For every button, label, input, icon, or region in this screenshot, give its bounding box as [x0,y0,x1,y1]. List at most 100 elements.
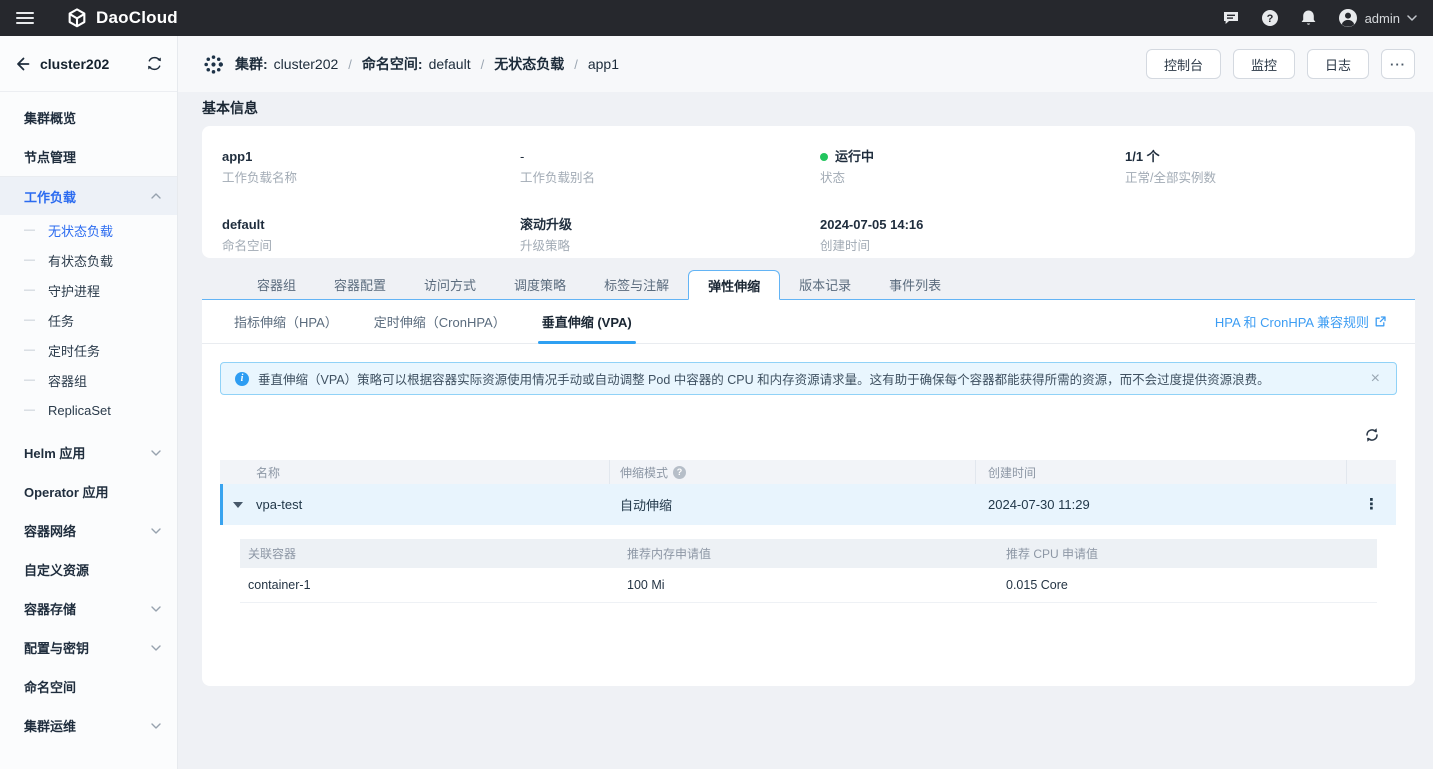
field-empty [1125,216,1395,258]
banner-text: 垂直伸缩（VPA）策略可以根据容器实际资源使用情况手动或自动调整 Pod 中容器… [258,369,1270,388]
inner-column-cpu: 推荐 CPU 申请值 [998,545,1377,562]
sidebar-item-jobs[interactable]: — 任务 [0,305,177,335]
row-actions-kebab-icon[interactable]: ⋮ [1358,493,1385,516]
subtab-cronhpa[interactable]: 定时伸缩（CronHPA） [370,300,510,344]
table-row-vpa-test[interactable]: vpa-test 自动伸缩 2024-07-30 11:29 ⋮ [220,484,1396,525]
sidebar-item-statefulsets[interactable]: — 有状态负载 [0,245,177,275]
chevron-down-icon [151,450,161,456]
recommended-memory: 100 Mi [619,578,998,592]
breadcrumb: 集群: cluster202 / 命名空间: default / 无状态负载 /… [202,53,619,76]
hpa-cronhpa-compat-link[interactable]: HPA 和 CronHPA 兼容规则 [1215,312,1387,331]
brand-name: DaoCloud [96,8,178,28]
column-header-created: 创建时间 [976,460,1347,484]
more-actions-button[interactable]: ··· [1381,49,1415,79]
switch-cluster-icon[interactable] [146,55,163,72]
logs-button[interactable]: 日志 [1307,49,1369,79]
tab-events[interactable]: 事件列表 [870,269,960,299]
breadcrumb-namespace-value[interactable]: default [429,56,471,72]
info-icon: i [235,372,249,386]
container-name: container-1 [240,578,619,592]
breadcrumb-kind[interactable]: 无状态负载 [494,54,564,74]
sidebar-item-node-management[interactable]: 节点管理 [0,137,177,176]
tab-autoscaling[interactable]: 弹性伸缩 [688,270,780,300]
monitor-button[interactable]: 监控 [1233,49,1295,79]
tab-scheduling[interactable]: 调度策略 [495,269,585,299]
sidebar-item-helm-apps[interactable]: Helm 应用 [0,433,177,472]
inner-table-row: container-1 100 Mi 0.015 Core [240,568,1377,603]
main-content: 集群: cluster202 / 命名空间: default / 无状态负载 /… [178,36,1433,769]
tab-access[interactable]: 访问方式 [405,269,495,299]
question-icon[interactable]: ? [673,466,686,479]
chevron-down-icon [151,606,161,612]
cluster-dots-icon [202,53,225,76]
sidebar-item-cluster-overview[interactable]: 集群概览 [0,98,177,137]
refresh-icon[interactable] [1363,426,1381,444]
sidebar-item-operator-apps[interactable]: Operator 应用 [0,472,177,511]
user-menu[interactable]: admin [1338,8,1417,28]
dash-icon: — [24,374,35,386]
tab-pods[interactable]: 容器组 [238,269,315,299]
field-created-time: 2024-07-05 14:16 创建时间 [820,216,1125,258]
tab-container-config[interactable]: 容器配置 [315,269,405,299]
column-header-actions [1347,460,1396,484]
vpa-table: 名称 伸缩模式 ? 创建时间 vpa-test 自动伸缩 2024-07-30 … [220,460,1396,603]
dash-icon: — [24,284,35,296]
column-header-name: 名称 [220,460,610,484]
subtab-vpa[interactable]: 垂直伸缩 (VPA) [538,300,636,344]
chevron-up-icon [151,193,161,199]
basic-info-title: 基本信息 [202,100,1415,116]
expanded-detail: 关联容器 推荐内存申请值 推荐 CPU 申请值 container-1 100 … [220,525,1396,603]
topbar: DaoCloud ? admin [0,0,1433,36]
sidebar-item-custom-resources[interactable]: 自定义资源 [0,550,177,589]
status-badge: 运行中 [835,148,874,166]
tab-revisions[interactable]: 版本记录 [780,269,870,299]
dash-icon: — [24,344,35,356]
chevron-down-icon [151,723,161,729]
field-instances: 1/1 个 正常/全部实例数 [1125,148,1395,190]
sidebar-item-namespaces[interactable]: 命名空间 [0,667,177,706]
header-actions: 控制台 监控 日志 ··· [1146,49,1415,79]
vpa-mode: 自动伸缩 [610,495,976,514]
chat-icon[interactable] [1222,9,1240,27]
sidebar-item-config-secrets[interactable]: 配置与密钥 [0,628,177,667]
console-button[interactable]: 控制台 [1146,49,1221,79]
sidebar-item-daemonsets[interactable]: — 守护进程 [0,275,177,305]
vpa-info-banner: i 垂直伸缩（VPA）策略可以根据容器实际资源使用情况手动或自动调整 Pod 中… [220,362,1397,395]
sidebar-item-pods[interactable]: — 容器组 [0,365,177,395]
sidebar-item-replicasets[interactable]: — ReplicaSet [0,395,177,425]
field-upgrade-strategy: 滚动升级 升级策略 [520,216,820,258]
daocloud-logo[interactable]: DaoCloud [66,7,178,29]
detail-tabs: 容器组 容器配置 访问方式 调度策略 标签与注解 弹性伸缩 版本记录 事件列表 [202,270,1415,300]
inner-column-container: 关联容器 [240,545,619,562]
field-namespace: default 命名空间 [222,216,520,258]
sidebar-item-container-storage[interactable]: 容器存储 [0,589,177,628]
daocloud-logo-icon [66,7,88,29]
sidebar-item-cronjobs[interactable]: — 定时任务 [0,335,177,365]
chevron-down-icon [1407,15,1417,21]
sidebar-item-container-network[interactable]: 容器网络 [0,511,177,550]
collapse-caret-icon[interactable] [233,502,243,508]
sidebar-item-deployments[interactable]: — 无状态负载 [0,215,177,245]
svg-text:?: ? [1266,13,1273,25]
back-arrow-icon[interactable] [14,56,30,72]
inner-column-memory: 推荐内存申请值 [619,545,998,562]
dash-icon: — [24,254,35,266]
autoscaling-panel: 指标伸缩（HPA） 定时伸缩（CronHPA） 垂直伸缩 (VPA) HPA 和… [202,300,1415,686]
autoscaling-subtabs: 指标伸缩（HPA） 定时伸缩（CronHPA） 垂直伸缩 (VPA) HPA 和… [202,300,1415,344]
chevron-down-icon [151,528,161,534]
help-icon[interactable]: ? [1261,9,1279,27]
breadcrumb-cluster-value[interactable]: cluster202 [274,56,339,72]
breadcrumb-separator: / [481,57,485,72]
tab-labels-annotations[interactable]: 标签与注解 [585,269,688,299]
sidebar-header: cluster202 [0,36,177,92]
sidebar-item-workloads[interactable]: 工作负载 [0,176,177,215]
subtab-hpa[interactable]: 指标伸缩（HPA） [230,300,342,344]
bell-icon[interactable] [1300,9,1317,27]
banner-close-icon[interactable]: × [1369,370,1382,388]
workloads-subgroup: — 无状态负载 — 有状态负载 — 守护进程 — 任务 — 定时任务 — 容器组 [0,215,177,425]
field-status: 运行中 状态 [820,148,1125,190]
sidebar-item-cluster-ops[interactable]: 集群运维 [0,706,177,745]
breadcrumb-cluster-label: 集群: [235,54,268,74]
inner-table-header: 关联容器 推荐内存申请值 推荐 CPU 申请值 [240,539,1377,568]
menu-icon[interactable] [16,12,34,24]
